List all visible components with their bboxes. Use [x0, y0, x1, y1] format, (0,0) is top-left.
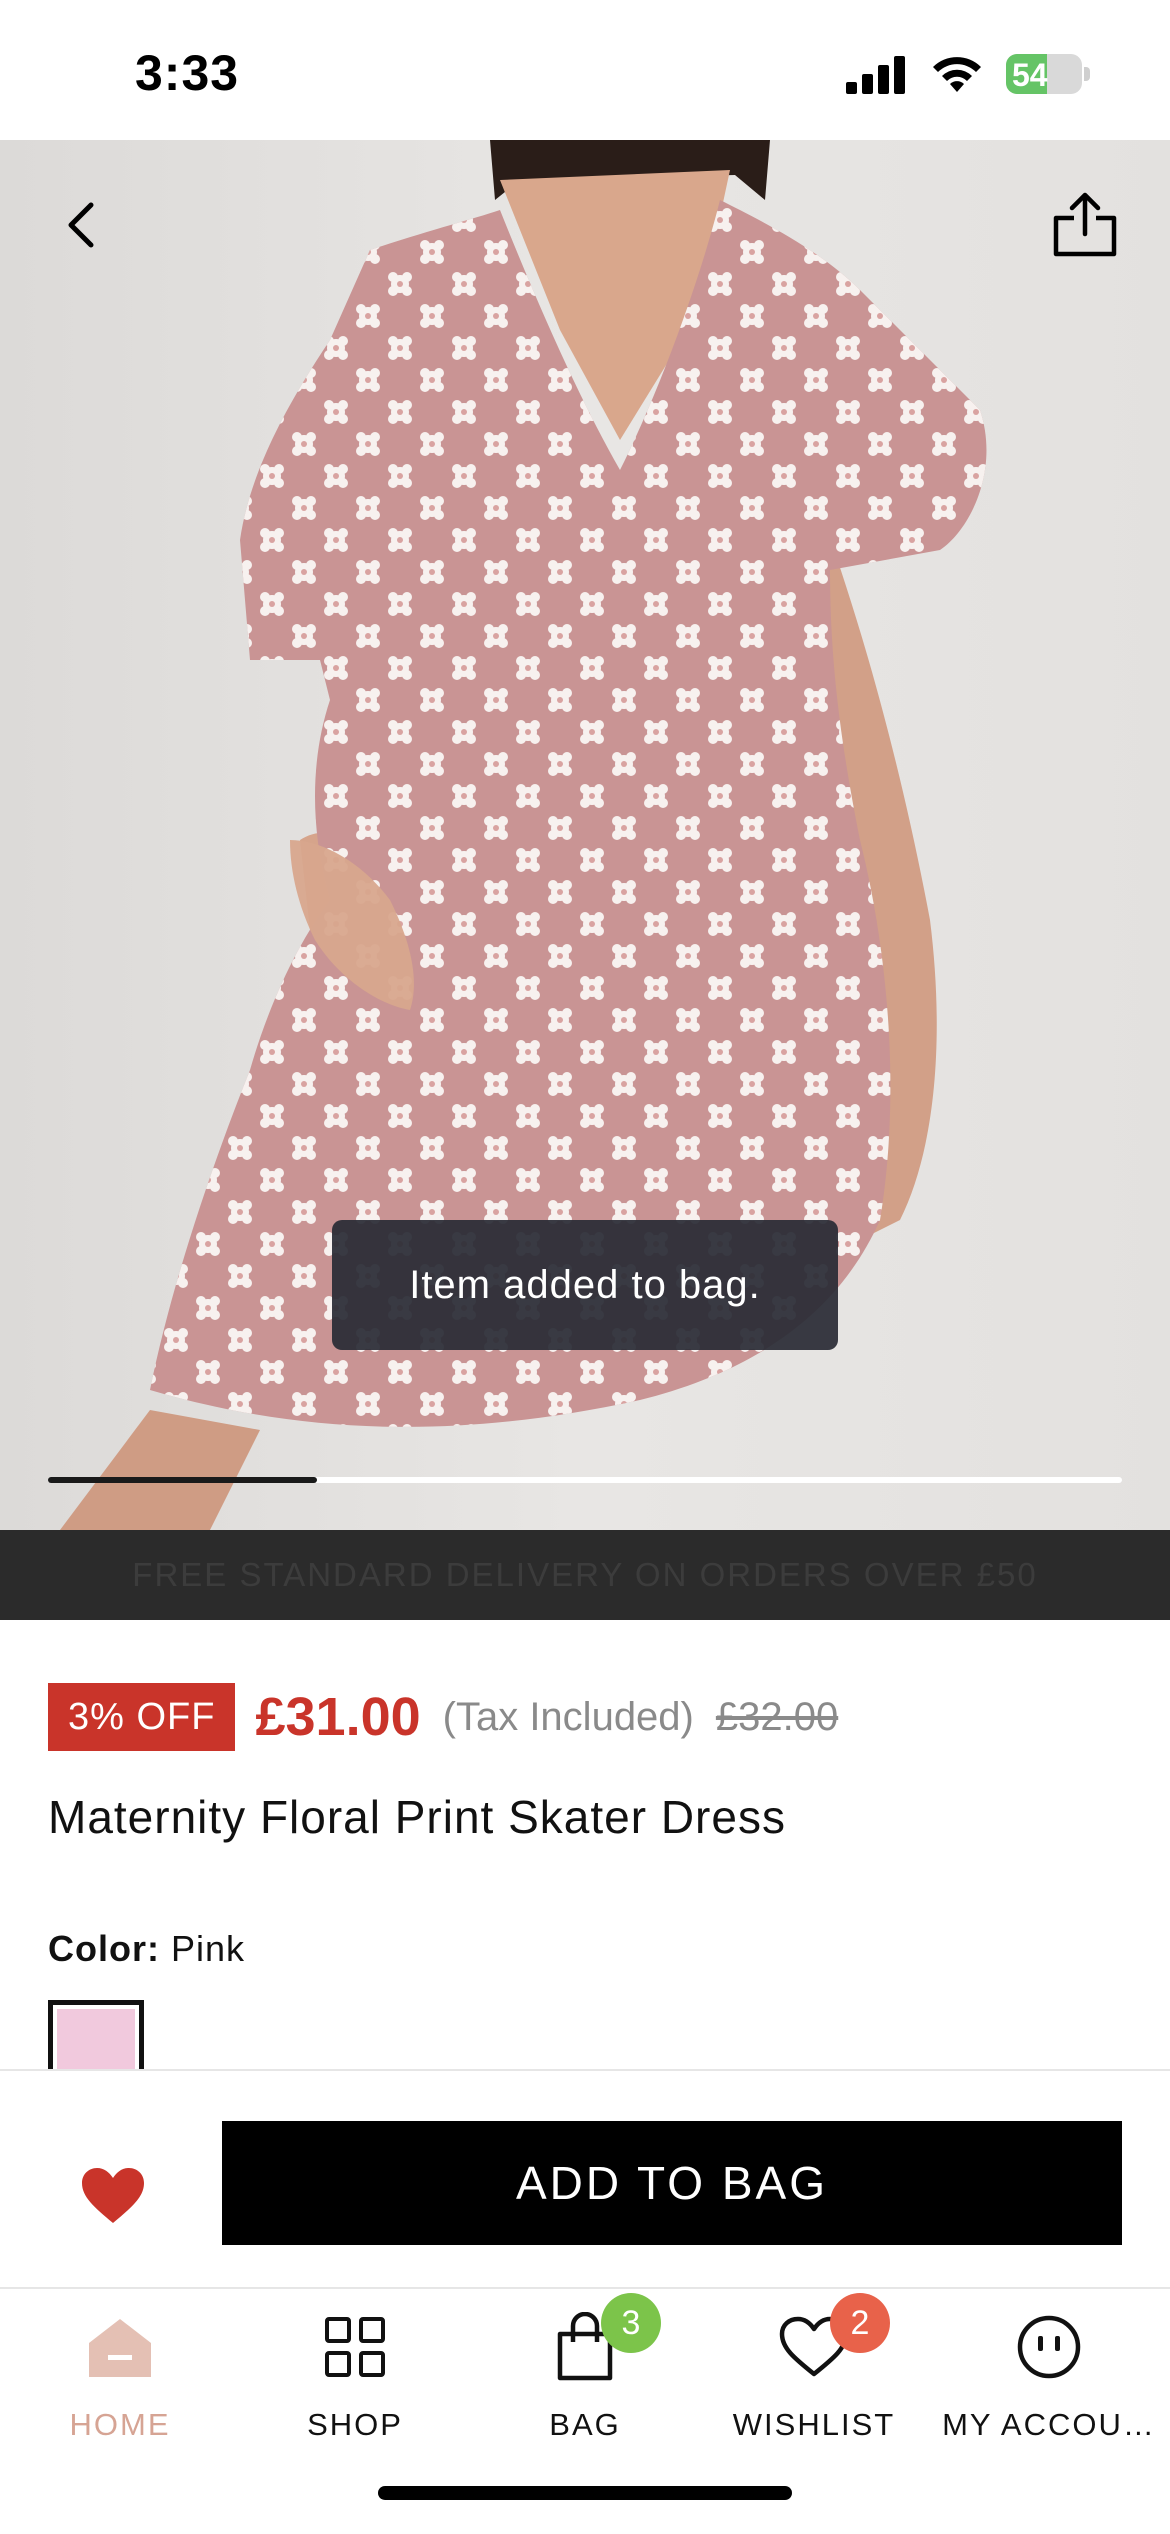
chevron-left-icon: [68, 202, 94, 248]
action-bar: ADD TO BAG: [0, 2069, 1170, 2289]
tab-account[interactable]: MY ACCOU…: [932, 2307, 1166, 2457]
toast-notification: Item added to bag.: [332, 1220, 838, 1350]
tab-wishlist-label: WISHLIST: [732, 2407, 896, 2442]
home-indicator[interactable]: [378, 2486, 792, 2500]
price-row: 3% OFF £31.00 (Tax Included) £32.00: [48, 1683, 838, 1751]
share-button[interactable]: [1040, 180, 1130, 270]
tab-bag-label: BAG: [549, 2407, 621, 2442]
grid-icon: [325, 2317, 385, 2377]
color-swatch-pink[interactable]: [48, 2000, 144, 2080]
carousel-progress: [48, 1477, 1122, 1483]
sale-price: £31.00: [255, 1687, 421, 1747]
tab-wishlist[interactable]: 2 WISHLIST: [697, 2293, 931, 2457]
delivery-banner: FREE STANDARD DELIVERY ON ORDERS OVER £5…: [0, 1530, 1170, 1620]
product-title: Maternity Floral Print Skater Dress: [48, 1791, 786, 1843]
tab-home-label: HOME: [69, 2407, 171, 2442]
tab-account-label: MY ACCOU…: [942, 2407, 1156, 2442]
home-icon: [89, 2319, 151, 2377]
cellular-signal-icon: [846, 56, 905, 94]
color-row: Color: Pink: [48, 1928, 245, 1970]
account-icon: [1017, 2315, 1081, 2379]
tax-note: (Tax Included): [442, 1694, 694, 1739]
delivery-banner-text: FREE STANDARD DELIVERY ON ORDERS OVER £5…: [132, 1556, 1038, 1593]
status-time: 3:33: [135, 45, 240, 101]
wishlist-count-badge: 2: [830, 2293, 890, 2353]
wishlist-toggle-button[interactable]: [68, 2151, 158, 2241]
color-value: Pink: [171, 1928, 246, 1969]
discount-badge: 3% OFF: [48, 1683, 236, 1751]
tab-home[interactable]: HOME: [3, 2307, 237, 2457]
tab-shop[interactable]: SHOP: [238, 2307, 472, 2457]
product-image-carousel[interactable]: Item added to bag.: [0, 140, 1170, 1530]
tab-bar: HOME SHOP 3 BAG 2 WISHLIST MY ACCOU…: [0, 2287, 1170, 2534]
tab-shop-label: SHOP: [307, 2407, 403, 2442]
wifi-icon: [933, 57, 981, 92]
add-to-bag-button[interactable]: ADD TO BAG: [222, 2121, 1122, 2245]
tab-bag[interactable]: 3 BAG: [468, 2293, 702, 2457]
battery-icon: 54: [1006, 54, 1090, 94]
bag-count-badge: 3: [601, 2293, 661, 2353]
toast-message: Item added to bag.: [409, 1262, 761, 1307]
share-icon: [1053, 192, 1117, 257]
status-icons: 54: [846, 52, 1090, 96]
carousel-progress-fill: [48, 1477, 317, 1483]
battery-percent: 54: [1012, 57, 1048, 93]
heart-filled-icon: [82, 2168, 144, 2223]
original-price: £32.00: [715, 1694, 839, 1739]
status-bar: 3:33 54: [0, 0, 1170, 140]
back-button[interactable]: [46, 190, 116, 260]
color-label: Color:: [48, 1928, 160, 1969]
